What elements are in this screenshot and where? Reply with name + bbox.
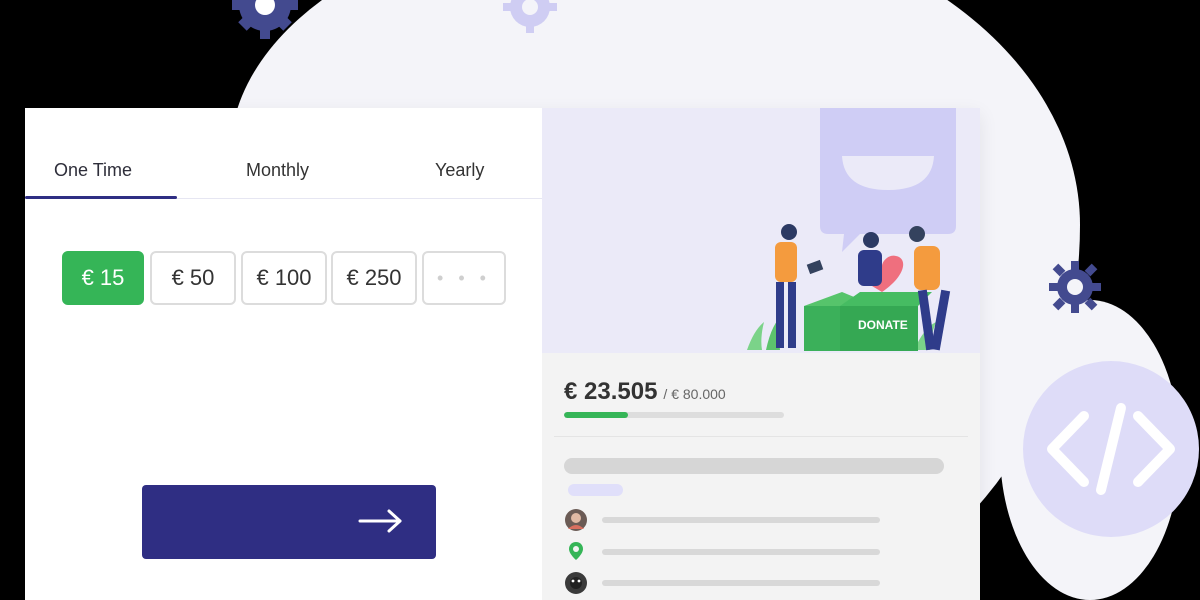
amount-label: € 50 bbox=[171, 265, 215, 290]
tab-label: Monthly bbox=[246, 160, 310, 180]
tab-label: One Time bbox=[54, 160, 133, 180]
location-pin-icon bbox=[569, 542, 583, 560]
continue-button[interactable] bbox=[142, 485, 436, 559]
tab-label: Yearly bbox=[435, 160, 485, 180]
tab-monthly[interactable]: Monthly bbox=[246, 160, 309, 190]
amount-option-250[interactable]: € 250 bbox=[331, 251, 417, 305]
frequency-tabs: One Time Monthly Yearly bbox=[25, 156, 542, 199]
active-tab-indicator bbox=[25, 196, 177, 199]
amount-option-15[interactable]: € 15 bbox=[62, 251, 144, 305]
campaign-summary: DONATE € 23.505 / € 80.000 bbox=[542, 108, 980, 600]
campaign-progress-fill bbox=[564, 412, 628, 418]
amount-option-100[interactable]: € 100 bbox=[241, 251, 327, 305]
goal-amount: / € 80.000 bbox=[663, 386, 726, 402]
donation-card: One Time Monthly Yearly € 15 € 50 € 100 bbox=[25, 108, 980, 600]
amount-option-50[interactable]: € 50 bbox=[150, 251, 236, 305]
raised-value: € 23.505 bbox=[564, 378, 658, 405]
arrow-right-icon bbox=[358, 509, 402, 533]
amount-label: € 15 bbox=[81, 265, 125, 290]
tab-one-time[interactable]: One Time bbox=[54, 160, 132, 190]
scene: One Time Monthly Yearly € 15 € 50 € 100 bbox=[0, 0, 1200, 600]
campaign-progress-bar bbox=[564, 412, 784, 418]
organizer-placeholder bbox=[602, 580, 880, 586]
tag-placeholder bbox=[568, 484, 623, 496]
donation-form: One Time Monthly Yearly € 15 € 50 € 100 bbox=[25, 108, 542, 600]
location-placeholder bbox=[602, 549, 880, 555]
gear-icon bbox=[1049, 261, 1101, 313]
author-placeholder bbox=[602, 517, 880, 523]
box-label: DONATE bbox=[858, 318, 908, 332]
raised-amount: € 23.505 / € 80.000 bbox=[564, 378, 726, 406]
divider bbox=[554, 436, 968, 437]
more-amounts-label: • • • bbox=[437, 267, 491, 288]
tab-yearly[interactable]: Yearly bbox=[435, 160, 484, 190]
gear-icon bbox=[503, 0, 557, 33]
amount-label: € 100 bbox=[256, 265, 312, 290]
amount-label: € 250 bbox=[346, 265, 402, 290]
campaign-illustration: DONATE bbox=[542, 108, 980, 353]
more-amounts-button[interactable]: • • • bbox=[422, 251, 506, 305]
avatar-icon bbox=[565, 509, 587, 531]
illustration-graphic: DONATE bbox=[747, 108, 956, 351]
gear-icon bbox=[232, 0, 298, 39]
title-placeholder bbox=[564, 458, 944, 474]
code-icon bbox=[1023, 361, 1199, 537]
avatar-icon bbox=[565, 572, 587, 594]
